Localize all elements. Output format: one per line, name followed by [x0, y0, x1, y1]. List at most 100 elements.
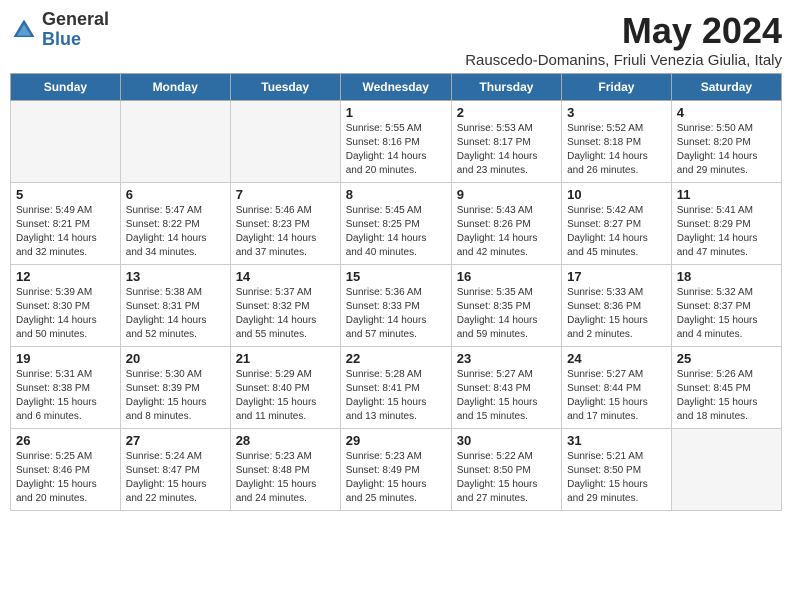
calendar-cell: 1 Sunrise: 5:55 AM Sunset: 8:16 PM Daylig… [340, 101, 451, 183]
day-info: Sunrise: 5:33 AM Sunset: 8:36 PM Dayligh… [567, 286, 666, 342]
week-row-5: 26Sunrise: 5:25 AM Sunset: 8:46 PM Dayli… [11, 429, 782, 511]
calendar-cell: 22 Sunrise: 5:28 AM Sunset: 8:41 PM Dayli… [340, 347, 451, 429]
day-header-tuesday: Tuesday [230, 74, 340, 101]
day-number: 14 [236, 269, 335, 284]
day-info: Sunrise: 5:29 AM Sunset: 8:40 PM Dayligh… [236, 368, 335, 424]
calendar-cell: 23 Sunrise: 5:27 AM Sunset: 8:43 PM Dayli… [451, 347, 561, 429]
day-info: Sunrise: 5:31 AM Sunset: 8:38 PM Dayligh… [16, 368, 115, 424]
calendar-cell: 10 Sunrise: 5:42 AM Sunset: 8:27 PM Dayli… [562, 183, 672, 265]
day-info: Sunrise: 5:38 AM Sunset: 8:31 PM Dayligh… [126, 286, 225, 342]
day-header-friday: Friday [562, 74, 672, 101]
day-info: Sunrise: 5:39 AM Sunset: 8:30 PM Dayligh… [16, 286, 115, 342]
logo: General Blue [10, 10, 109, 50]
week-row-3: 12 Sunrise: 5:39 AM Sunset: 8:30 PM Dayli… [11, 265, 782, 347]
day-number: 22 [346, 351, 446, 366]
calendar-header-row: SundayMondayTuesdayWednesdayThursdayFrid… [11, 74, 782, 101]
day-info: Sunrise: 5:26 AM Sunset: 8:45 PM Dayligh… [677, 368, 776, 424]
day-number: 17 [567, 269, 666, 284]
day-header-thursday: Thursday [451, 74, 561, 101]
day-info: Sunrise: 5:45 AM Sunset: 8:25 PM Dayligh… [346, 204, 446, 260]
day-info: Sunrise: 5:27 AM Sunset: 8:44 PM Dayligh… [567, 368, 666, 424]
calendar-cell: 15Sunrise: 5:36 AM Sunset: 8:33 PM Dayli… [340, 265, 451, 347]
week-row-1: 1 Sunrise: 5:55 AM Sunset: 8:16 PM Daylig… [11, 101, 782, 183]
day-number: 31 [567, 433, 666, 448]
day-number: 4 [677, 105, 776, 120]
day-header-sunday: Sunday [11, 74, 121, 101]
calendar-cell: 20Sunrise: 5:30 AM Sunset: 8:39 PM Dayli… [120, 347, 230, 429]
calendar-cell: 21 Sunrise: 5:29 AM Sunset: 8:40 PM Dayli… [230, 347, 340, 429]
calendar-cell: 17 Sunrise: 5:33 AM Sunset: 8:36 PM Dayli… [562, 265, 672, 347]
calendar-cell: 24 Sunrise: 5:27 AM Sunset: 8:44 PM Dayli… [562, 347, 672, 429]
day-info: Sunrise: 5:36 AM Sunset: 8:33 PM Dayligh… [346, 286, 446, 342]
week-row-2: 5 Sunrise: 5:49 AM Sunset: 8:21 PM Daylig… [11, 183, 782, 265]
day-number: 1 [346, 105, 446, 120]
day-number: 24 [567, 351, 666, 366]
week-row-4: 19 Sunrise: 5:31 AM Sunset: 8:38 PM Dayli… [11, 347, 782, 429]
month-title: May 2024 [465, 10, 782, 52]
day-number: 20 [126, 351, 225, 366]
calendar-cell: 18Sunrise: 5:32 AM Sunset: 8:37 PM Dayli… [671, 265, 781, 347]
calendar-cell: 25 Sunrise: 5:26 AM Sunset: 8:45 PM Dayli… [671, 347, 781, 429]
calendar-cell: 6 Sunrise: 5:47 AM Sunset: 8:22 PM Daylig… [120, 183, 230, 265]
day-info: Sunrise: 5:37 AM Sunset: 8:32 PM Dayligh… [236, 286, 335, 342]
logo-general-text: General [42, 10, 109, 30]
day-number: 21 [236, 351, 335, 366]
day-info: Sunrise: 5:43 AM Sunset: 8:26 PM Dayligh… [457, 204, 556, 260]
calendar-cell: 8 Sunrise: 5:45 AM Sunset: 8:25 PM Daylig… [340, 183, 451, 265]
logo-blue-text: Blue [42, 30, 109, 50]
calendar-cell [230, 101, 340, 183]
day-info: Sunrise: 5:50 AM Sunset: 8:20 PM Dayligh… [677, 122, 776, 178]
calendar-cell [11, 101, 121, 183]
day-number: 12 [16, 269, 115, 284]
day-info: Sunrise: 5:47 AM Sunset: 8:22 PM Dayligh… [126, 204, 225, 260]
day-number: 13 [126, 269, 225, 284]
calendar-cell: 3 Sunrise: 5:52 AM Sunset: 8:18 PM Daylig… [562, 101, 672, 183]
day-info: Sunrise: 5:24 AM Sunset: 8:47 PM Dayligh… [126, 450, 225, 506]
calendar-cell: 14 Sunrise: 5:37 AM Sunset: 8:32 PM Dayli… [230, 265, 340, 347]
day-number: 29 [346, 433, 446, 448]
day-number: 26 [16, 433, 115, 448]
day-info: Sunrise: 5:35 AM Sunset: 8:35 PM Dayligh… [457, 286, 556, 342]
day-number: 11 [677, 187, 776, 202]
day-number: 6 [126, 187, 225, 202]
calendar-cell: 4 Sunrise: 5:50 AM Sunset: 8:20 PM Daylig… [671, 101, 781, 183]
page-header: General Blue May 2024 Rauscedo-Domanins,… [10, 10, 782, 69]
day-info: Sunrise: 5:49 AM Sunset: 8:21 PM Dayligh… [16, 204, 115, 260]
calendar-cell [671, 429, 781, 511]
calendar-cell: 13 Sunrise: 5:38 AM Sunset: 8:31 PM Dayli… [120, 265, 230, 347]
day-info: Sunrise: 5:22 AM Sunset: 8:50 PM Dayligh… [457, 450, 556, 506]
day-info: Sunrise: 5:42 AM Sunset: 8:27 PM Dayligh… [567, 204, 666, 260]
day-info: Sunrise: 5:21 AM Sunset: 8:50 PM Dayligh… [567, 450, 666, 506]
location-title: Rauscedo-Domanins, Friuli Venezia Giulia… [465, 52, 782, 69]
calendar-cell: 11Sunrise: 5:41 AM Sunset: 8:29 PM Dayli… [671, 183, 781, 265]
day-number: 23 [457, 351, 556, 366]
day-number: 7 [236, 187, 335, 202]
day-info: Sunrise: 5:28 AM Sunset: 8:41 PM Dayligh… [346, 368, 446, 424]
calendar-cell: 29 Sunrise: 5:23 AM Sunset: 8:49 PM Dayli… [340, 429, 451, 511]
day-info: Sunrise: 5:52 AM Sunset: 8:18 PM Dayligh… [567, 122, 666, 178]
day-number: 3 [567, 105, 666, 120]
calendar-cell: 31 Sunrise: 5:21 AM Sunset: 8:50 PM Dayli… [562, 429, 672, 511]
day-header-wednesday: Wednesday [340, 74, 451, 101]
calendar-cell: 19 Sunrise: 5:31 AM Sunset: 8:38 PM Dayli… [11, 347, 121, 429]
title-block: May 2024 Rauscedo-Domanins, Friuli Venez… [465, 10, 782, 69]
day-number: 28 [236, 433, 335, 448]
day-number: 2 [457, 105, 556, 120]
day-number: 19 [16, 351, 115, 366]
day-number: 30 [457, 433, 556, 448]
calendar-cell: 30 Sunrise: 5:22 AM Sunset: 8:50 PM Dayli… [451, 429, 561, 511]
calendar-cell: 26Sunrise: 5:25 AM Sunset: 8:46 PM Dayli… [11, 429, 121, 511]
day-info: Sunrise: 5:27 AM Sunset: 8:43 PM Dayligh… [457, 368, 556, 424]
calendar-cell: 28Sunrise: 5:23 AM Sunset: 8:48 PM Dayli… [230, 429, 340, 511]
calendar-cell: 16Sunrise: 5:35 AM Sunset: 8:35 PM Dayli… [451, 265, 561, 347]
day-number: 5 [16, 187, 115, 202]
day-number: 25 [677, 351, 776, 366]
calendar-cell: 27Sunrise: 5:24 AM Sunset: 8:47 PM Dayli… [120, 429, 230, 511]
day-info: Sunrise: 5:53 AM Sunset: 8:17 PM Dayligh… [457, 122, 556, 178]
calendar-cell: 7Sunrise: 5:46 AM Sunset: 8:23 PM Daylig… [230, 183, 340, 265]
day-info: Sunrise: 5:23 AM Sunset: 8:49 PM Dayligh… [346, 450, 446, 506]
day-number: 10 [567, 187, 666, 202]
day-number: 8 [346, 187, 446, 202]
calendar-cell [120, 101, 230, 183]
day-info: Sunrise: 5:55 AM Sunset: 8:16 PM Dayligh… [346, 122, 446, 178]
